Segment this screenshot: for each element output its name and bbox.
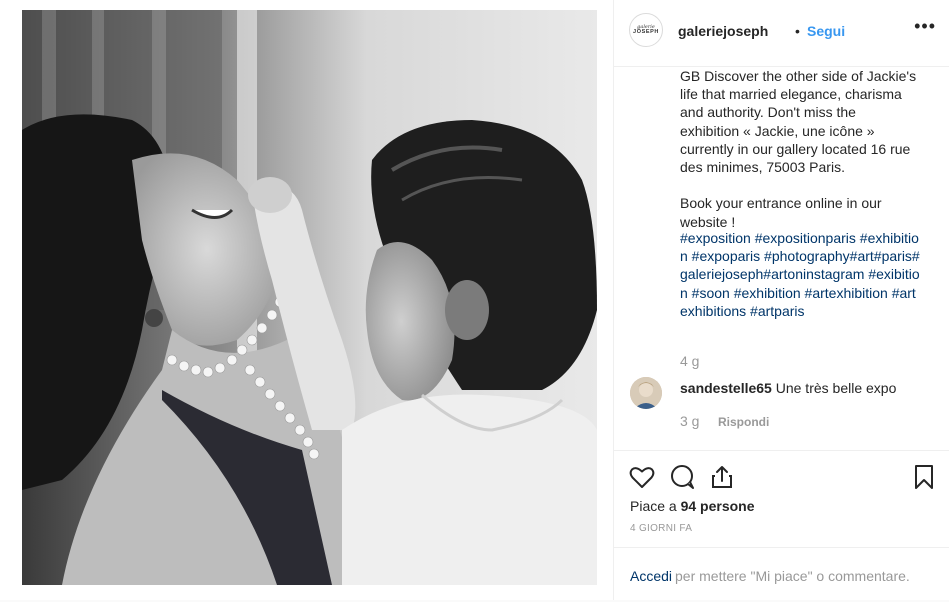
- post-date[interactable]: 4 GIORNI FA: [630, 523, 692, 534]
- like-heart-icon[interactable]: [628, 463, 656, 491]
- comment-text: Une très belle expo: [775, 380, 897, 396]
- post-photo-image: [22, 10, 597, 585]
- follow-button[interactable]: Segui: [807, 23, 845, 39]
- share-icon[interactable]: [708, 463, 736, 491]
- post-actions: Piace a 94 persone 4 GIORNI FA Accedi pe…: [614, 450, 949, 601]
- post-media-area: [0, 0, 613, 600]
- reply-button[interactable]: Rispondi: [718, 415, 769, 429]
- caption-hashtags[interactable]: #exposition #expositionparis #exhibition…: [680, 229, 920, 320]
- commenter-avatar-image: [630, 377, 662, 409]
- account-avatar[interactable]: galerie JOSEPH: [629, 13, 663, 47]
- caption-timestamp[interactable]: 4 g: [680, 353, 699, 369]
- likes-count: Piace a 94 persone: [630, 498, 755, 514]
- instagram-post-window: galerie JOSEPH galeriejoseph • Segui •••…: [0, 0, 949, 600]
- save-bookmark-icon[interactable]: [910, 463, 938, 491]
- separator-dot: •: [795, 23, 800, 39]
- more-options-icon[interactable]: •••: [914, 16, 936, 37]
- likes-prefix: Piace a: [630, 498, 681, 514]
- login-link[interactable]: Accedi: [630, 568, 672, 584]
- comment-timestamp[interactable]: 3 g: [680, 413, 699, 429]
- comment-body: sandestelle65 Une très belle expo: [680, 380, 896, 396]
- login-prompt: Accedi per mettere "Mi piace" o commenta…: [614, 547, 949, 602]
- logo-text-line2: JOSEPH: [633, 28, 659, 35]
- comment-bubble-icon[interactable]: [668, 463, 696, 491]
- comments-section[interactable]: GB Discover the other side of Jackie's l…: [614, 67, 949, 447]
- account-username[interactable]: galeriejoseph: [678, 23, 768, 39]
- post-photo[interactable]: [22, 10, 597, 585]
- post-sidebar: galerie JOSEPH galeriejoseph • Segui •••…: [613, 0, 949, 600]
- comment-username[interactable]: sandestelle65: [680, 380, 772, 396]
- commenter-avatar[interactable]: [630, 377, 662, 409]
- login-prompt-text: per mettere "Mi piace" o commentare.: [675, 568, 910, 584]
- post-header: galerie JOSEPH galeriejoseph • Segui •••: [614, 0, 949, 67]
- post-caption: GB Discover the other side of Jackie's l…: [680, 68, 917, 230]
- likes-people-link[interactable]: 94 persone: [681, 498, 755, 514]
